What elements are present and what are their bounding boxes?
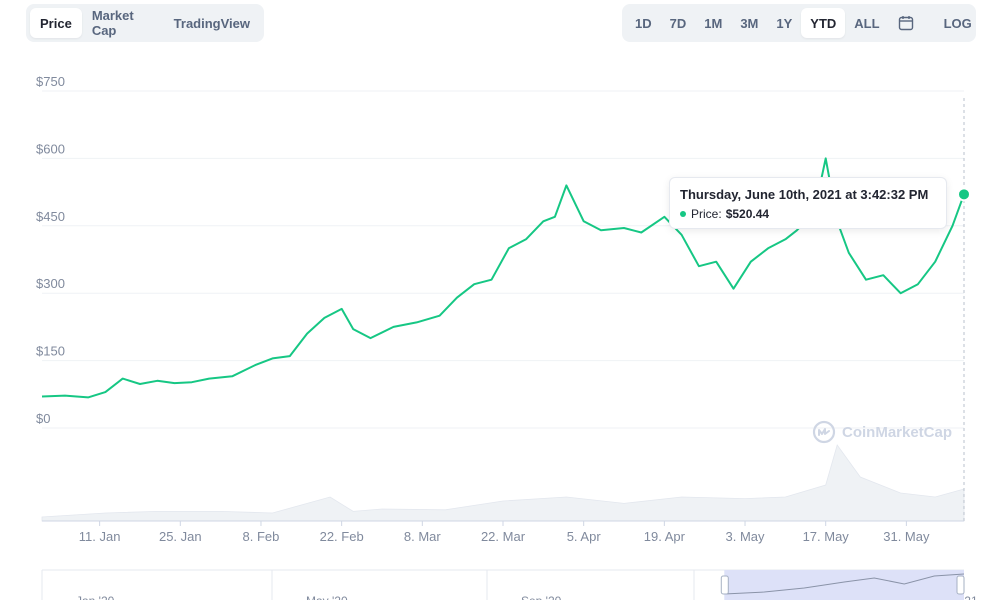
tooltip-price-value: $520.44 bbox=[725, 207, 770, 221]
price-chart[interactable]: $0 $150 $300 $450 $600 $750 11. Jan 25. Jan 8. … bbox=[0, 60, 1000, 600]
hover-point bbox=[957, 187, 971, 202]
y-tick-label: $300 bbox=[36, 276, 65, 291]
x-tick-label: 8. Feb bbox=[243, 529, 280, 544]
calendar-icon bbox=[898, 16, 913, 31]
navigator-label: Sep '20 bbox=[521, 594, 562, 600]
y-axis: $0 $150 $300 $450 $600 $750 bbox=[36, 74, 65, 426]
y-tick-label: $750 bbox=[36, 74, 65, 89]
range-ytd-button[interactable]: YTD bbox=[801, 8, 846, 38]
navigator-label: Jan '20 bbox=[76, 594, 115, 600]
range-1d-button[interactable]: 1D bbox=[626, 8, 661, 38]
volume-area bbox=[41, 444, 965, 522]
range-3m-button[interactable]: 3M bbox=[731, 8, 767, 38]
time-range-switcher: 1D 7D 1M 3M 1Y YTD ALL LOG bbox=[622, 4, 976, 42]
price-tooltip: Thursday, June 10th, 2021 at 3:42:32 PM … bbox=[669, 177, 947, 229]
y-tick-label: $0 bbox=[36, 411, 50, 426]
y-tick-label: $600 bbox=[36, 141, 65, 156]
x-tick-label: 25. Jan bbox=[159, 529, 202, 544]
watermark-text: CoinMarketCap bbox=[842, 423, 953, 441]
tooltip-datetime: Thursday, June 10th, 2021 at 3:42:32 PM bbox=[680, 187, 929, 202]
coinmarketcap-watermark: CoinMarketCap bbox=[812, 420, 952, 444]
navigator-left-handle[interactable] bbox=[720, 575, 729, 595]
range-7d-button[interactable]: 7D bbox=[661, 8, 696, 38]
navigator-label: May '20 bbox=[306, 594, 348, 600]
x-tick-label: 17. May bbox=[803, 529, 850, 544]
tooltip-price-row: Price: $520.44 bbox=[680, 207, 936, 221]
date-range-button[interactable] bbox=[889, 8, 923, 38]
x-tick-label: 22. Mar bbox=[481, 529, 526, 544]
x-tick-label: 3. May bbox=[726, 529, 766, 544]
x-axis: 11. Jan 25. Jan 8. Feb 22. Feb 8. Mar 22. Mar… bbox=[42, 520, 964, 544]
x-tick-label: 8. Mar bbox=[404, 529, 442, 544]
tab-market-cap[interactable]: Market Cap bbox=[82, 8, 164, 38]
y-tick-label: $450 bbox=[36, 209, 65, 224]
log-scale-toggle[interactable]: LOG bbox=[935, 8, 981, 38]
range-navigator: Jan '20May '20Sep '20Jan '21May '21 bbox=[41, 569, 978, 600]
navigator-selection[interactable] bbox=[724, 570, 964, 600]
x-tick-label: 22. Feb bbox=[320, 529, 364, 544]
x-tick-label: 19. Apr bbox=[644, 529, 686, 544]
tab-price[interactable]: Price bbox=[30, 8, 82, 38]
range-1y-button[interactable]: 1Y bbox=[767, 8, 801, 38]
series-dot-icon bbox=[680, 211, 686, 217]
y-tick-label: $150 bbox=[36, 344, 65, 359]
x-tick-label: 11. Jan bbox=[79, 529, 121, 544]
x-tick-label: 5. Apr bbox=[567, 529, 602, 544]
range-all-button[interactable]: ALL bbox=[845, 8, 888, 38]
volume-area-shape bbox=[41, 444, 965, 522]
navigator-right-handle[interactable] bbox=[956, 575, 965, 595]
range-1m-button[interactable]: 1M bbox=[695, 8, 731, 38]
price-line bbox=[41, 98, 971, 521]
x-tick-label: 31. May bbox=[883, 529, 930, 544]
tab-tradingview[interactable]: TradingView bbox=[164, 8, 260, 38]
coinmarketcap-logo-icon bbox=[812, 420, 836, 444]
chart-view-switcher: Price Market Cap TradingView bbox=[26, 4, 264, 42]
tooltip-price-label: Price: bbox=[691, 207, 722, 221]
